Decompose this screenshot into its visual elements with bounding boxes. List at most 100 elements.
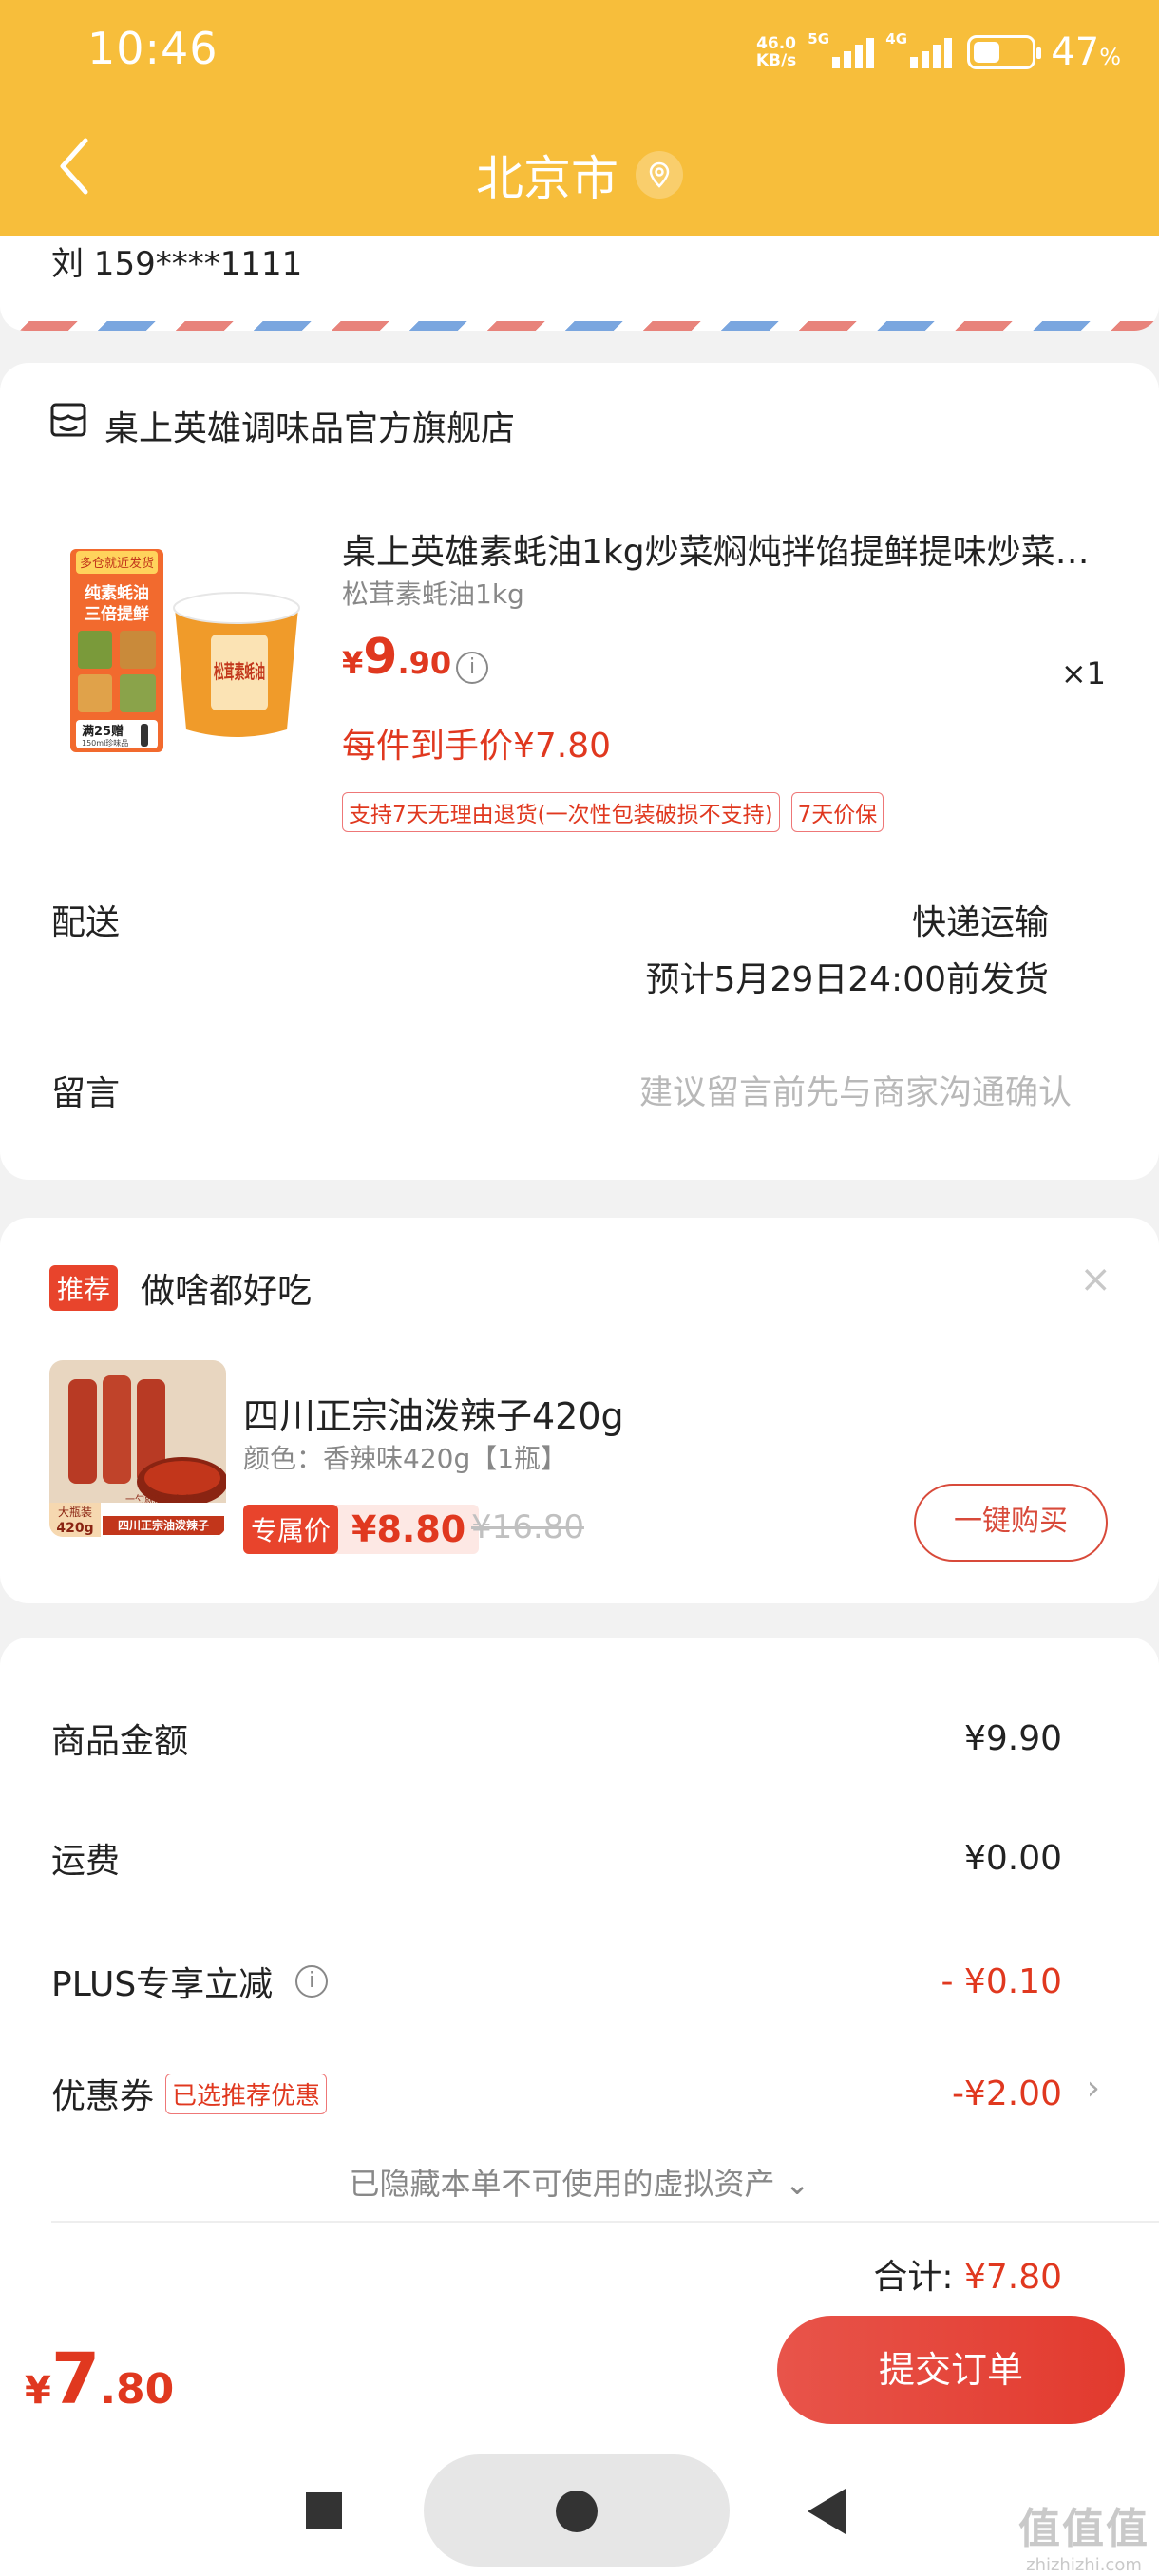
message-input[interactable]: 建议留言前先与商家沟通确认 bbox=[639, 1066, 1072, 1114]
top-header: 10:46 46.0 KB/s 5G 4G 47% 北京市 bbox=[0, 0, 1159, 236]
plus-discount-value: - ¥0.10 bbox=[940, 1961, 1063, 2001]
shipping-label: 配送 bbox=[51, 903, 121, 942]
store-name[interactable]: 桌上英雄调味品官方旗舰店 bbox=[104, 401, 515, 450]
battery-percent: 47% bbox=[1051, 30, 1121, 74]
product-spec: 松茸素蚝油1kg bbox=[342, 578, 524, 610]
hidden-assets-text: 已隐藏本单不可使用的虚拟资产 bbox=[349, 2166, 775, 2202]
freight-label: 运费 bbox=[51, 1842, 121, 1881]
total-row: 合计: ¥7.80 bbox=[873, 2249, 1062, 2299]
image-promo-text: 满25赠 bbox=[82, 724, 124, 739]
recommend-product-name[interactable]: 四川正宗油泼辣子420g bbox=[243, 1387, 624, 1439]
close-icon[interactable]: × bbox=[1079, 1258, 1112, 1301]
recommend-badge: 推荐 bbox=[49, 1265, 119, 1311]
hand-price: 每件到手价¥7.80 bbox=[342, 727, 612, 766]
net-speed-value: 46.0 bbox=[756, 34, 797, 53]
shipping-method[interactable]: 快递运输 bbox=[912, 895, 1049, 944]
net-speed-unit: KB/s bbox=[755, 51, 797, 70]
coupon-selected-tag: 已选推荐优惠 bbox=[165, 2073, 328, 2114]
signal-5g-label: 5G bbox=[808, 30, 830, 47]
image-jar-text: 松茸素蚝油 bbox=[214, 660, 265, 683]
status-time: 10:46 bbox=[87, 23, 218, 74]
network-speed: 46.0 KB/s bbox=[756, 35, 796, 69]
back-icon[interactable] bbox=[808, 2489, 846, 2534]
price-symbol: ¥ bbox=[342, 645, 364, 681]
coupon-label: 优惠券 bbox=[51, 2077, 155, 2116]
home-icon[interactable] bbox=[556, 2491, 598, 2532]
nav-bar: 北京市 bbox=[0, 114, 1159, 218]
total-label: 合计: bbox=[873, 2258, 954, 2297]
coupon-row[interactable]: 优惠券 已选推荐优惠 -¥2.00 bbox=[51, 2069, 1062, 2118]
service-tags: 支持7天无理由退货(一次性包装破损不支持) 7天价保 bbox=[342, 792, 884, 832]
product-image[interactable]: 多仓就近发货 纯素蚝油 三倍提鲜 满25赠 150ml珍味品 松茸素蚝油 bbox=[48, 543, 314, 762]
city-name: 北京市 bbox=[476, 151, 618, 206]
recent-apps-icon[interactable] bbox=[306, 2492, 342, 2529]
coupon-value: -¥2.00 bbox=[951, 2074, 1062, 2113]
chevron-down-icon: ⌄ bbox=[784, 2166, 810, 2202]
goods-amount-value: ¥9.90 bbox=[963, 1718, 1062, 1758]
product-price: ¥9.90 bbox=[342, 629, 451, 686]
rec-image-big: 大瓶装 bbox=[58, 1506, 92, 1519]
message-label: 留言 bbox=[51, 1074, 121, 1113]
store-icon bbox=[50, 403, 86, 437]
recommend-old-price: ¥16.80 bbox=[471, 1508, 584, 1546]
address-card[interactable]: 刘 159****1111 bbox=[0, 236, 1159, 331]
one-click-buy-button[interactable]: 一键购买 bbox=[914, 1484, 1108, 1562]
watermark-big: 值值值 bbox=[1018, 2505, 1150, 2553]
freight-value: ¥0.00 bbox=[963, 1838, 1062, 1878]
rec-image-weight: 420g bbox=[56, 1521, 93, 1536]
city-selector[interactable]: 北京市 bbox=[0, 141, 1159, 209]
checkout-price-decimal: .80 bbox=[100, 2365, 175, 2414]
chevron-right-icon[interactable]: › bbox=[1087, 2069, 1100, 2108]
battery-value: 47 bbox=[1051, 30, 1100, 74]
price-integer: 9 bbox=[363, 629, 398, 686]
recommend-price: ¥8.80 bbox=[352, 1508, 466, 1550]
image-line1-text: 纯素蚝油 bbox=[85, 583, 149, 603]
battery-unit: % bbox=[1099, 44, 1121, 70]
total-value: ¥7.80 bbox=[963, 2258, 1062, 2297]
watermark: 值值值 zhizhizhi.com bbox=[1018, 2494, 1150, 2575]
plus-discount-label: PLUS专享立减 bbox=[51, 1965, 274, 2004]
price-decimal: .90 bbox=[397, 645, 452, 681]
airmail-stripe-divider bbox=[0, 321, 1159, 331]
system-nav-bar bbox=[0, 2443, 1159, 2576]
product-quantity: ×1 bbox=[1060, 655, 1106, 691]
submit-order-button[interactable]: 提交订单 bbox=[777, 2316, 1125, 2424]
shipping-eta: 预计5月29日24:00前发货 bbox=[645, 960, 1049, 999]
recommend-product-spec: 颜色：香辣味420g【1瓶】 bbox=[243, 1443, 568, 1474]
image-line2-text: 三倍提鲜 bbox=[85, 604, 149, 624]
plus-discount-row: PLUS专享立减 i - ¥0.10 bbox=[51, 1957, 1062, 2006]
exclusive-price-label: 专属价 bbox=[243, 1505, 339, 1554]
freight-row: 运费 ¥0.00 bbox=[51, 1833, 1062, 1883]
recommend-card: 推荐 做啥都好吃 × 一勺就能秒变大厨 大瓶装 420g 四川正宗油泼辣子 四川… bbox=[0, 1218, 1159, 1603]
goods-amount-label: 商品金额 bbox=[51, 1722, 189, 1761]
price-info-icon[interactable]: i bbox=[456, 652, 488, 684]
signal-4g-label: 4G bbox=[885, 30, 908, 47]
rec-image-name: 四川正宗油泼辣子 bbox=[118, 1518, 209, 1532]
exclusive-price-box: 专属价 ¥8.80 bbox=[243, 1505, 480, 1554]
checkout-price: ¥7.80 bbox=[25, 2339, 174, 2420]
goods-amount-row: 商品金额 ¥9.90 bbox=[51, 1714, 1062, 1763]
hidden-assets-toggle[interactable]: 已隐藏本单不可使用的虚拟资产 ⌄ bbox=[0, 2160, 1159, 2204]
location-pin-icon bbox=[636, 151, 683, 199]
price-protect-tag: 7天价保 bbox=[790, 792, 884, 832]
battery-icon bbox=[967, 35, 1042, 69]
signal-5g-icon: 5G bbox=[808, 30, 875, 68]
watermark-small: zhizhizhi.com bbox=[1026, 2555, 1142, 2575]
price-summary-card: 商品金额 ¥9.90 运费 ¥0.00 PLUS专享立减 i - ¥0.10 优… bbox=[0, 1638, 1159, 2321]
summary-divider bbox=[51, 2221, 1159, 2223]
checkout-price-symbol: ¥ bbox=[25, 2369, 51, 2413]
image-promo-sub-text: 150ml珍味品 bbox=[82, 738, 128, 748]
checkout-price-integer: 7 bbox=[50, 2339, 101, 2420]
signal-4g-icon: 4G bbox=[885, 30, 953, 68]
recipient-info: 刘 159****1111 bbox=[51, 245, 303, 283]
product-name[interactable]: 桌上英雄素蚝油1kg炒菜焖炖拌馅提鲜提味炒菜调料 bbox=[342, 524, 1121, 574]
image-badge-text: 多仓就近发货 bbox=[80, 556, 154, 571]
recommend-product-image[interactable]: 一勺就能秒变大厨 大瓶装 420g 四川正宗油泼辣子 bbox=[49, 1360, 226, 1537]
store-order-card: 桌上英雄调味品官方旗舰店 多仓就近发货 纯素蚝油 三倍提鲜 满25赠 150ml… bbox=[0, 363, 1159, 1180]
plus-info-icon[interactable]: i bbox=[295, 1965, 329, 1998]
return-policy-tag: 支持7天无理由退货(一次性包装破损不支持) bbox=[342, 792, 780, 832]
checkout-bar: ¥7.80 提交订单 bbox=[0, 2301, 1159, 2443]
recommend-title: 做啥都好吃 bbox=[141, 1272, 313, 1311]
status-bar: 10:46 46.0 KB/s 5G 4G 47% bbox=[0, 0, 1159, 104]
status-icons: 46.0 KB/s 5G 4G 47% bbox=[756, 28, 1121, 76]
